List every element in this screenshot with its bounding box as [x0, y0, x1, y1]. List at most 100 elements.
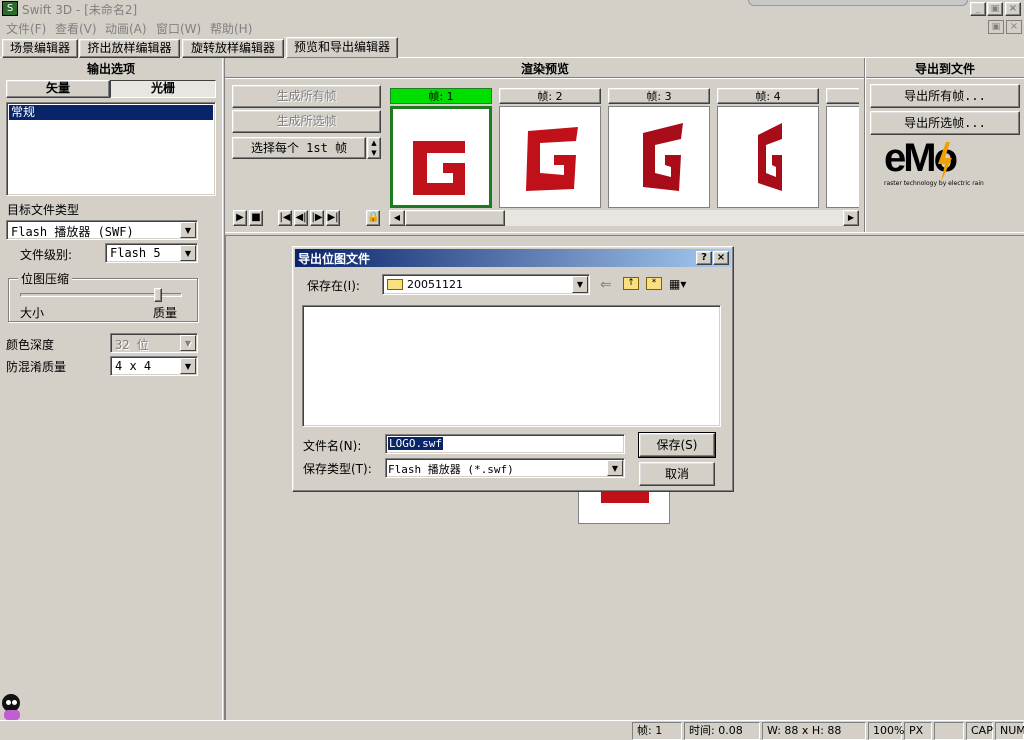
- frame-strip-scrollbar[interactable]: ◀ ▶: [389, 210, 859, 226]
- bitmap-compression-label: 位图压缩: [18, 270, 73, 287]
- menu-file[interactable]: 文件(F): [6, 20, 46, 37]
- file-level-select[interactable]: Flash 5 ▼: [105, 243, 198, 263]
- save-button[interactable]: 保存(S): [638, 432, 716, 458]
- spinner-down-icon[interactable]: ▼: [368, 148, 380, 158]
- menu-bar: 文件(F) 查看(V) 动画(A) 窗口(W) 帮助(H) ▣ ×: [0, 18, 1024, 37]
- filetype-label: 保存类型(T):: [303, 462, 372, 476]
- chevron-down-icon[interactable]: ▼: [180, 222, 196, 238]
- stop-icon[interactable]: ■: [249, 210, 263, 226]
- lock-icon[interactable]: 🔒: [366, 210, 380, 226]
- list-item-general[interactable]: 常规: [9, 105, 213, 120]
- prev-frame-icon[interactable]: ◀|: [294, 210, 308, 226]
- menu-animation[interactable]: 动画(A): [105, 20, 147, 37]
- status-unit: PX: [904, 722, 932, 740]
- cancel-button[interactable]: 取消: [639, 462, 715, 486]
- slider-max-label: 质量: [153, 306, 178, 320]
- close-button[interactable]: ×: [1005, 2, 1021, 16]
- generate-selected-frames-button: 生成所选帧: [232, 110, 381, 133]
- export-all-frames-button[interactable]: 导出所有帧...: [870, 84, 1020, 108]
- lightning-bolt-icon: [938, 142, 952, 182]
- select-each-spinner[interactable]: ▲ ▼: [367, 137, 381, 159]
- status-empty: [934, 722, 964, 740]
- view-menu-icon[interactable]: ▦▾: [669, 277, 686, 291]
- frame-thumbnail-3[interactable]: 帧: 3: [608, 88, 710, 208]
- menu-window[interactable]: 窗口(W): [156, 20, 201, 37]
- logo-frame-4-image: [758, 123, 782, 191]
- new-folder-icon[interactable]: *: [646, 277, 662, 290]
- tab-raster[interactable]: 光栅: [110, 80, 216, 98]
- save-in-select[interactable]: 20051121 ▼: [382, 274, 590, 295]
- restore-button[interactable]: ▣: [987, 2, 1003, 16]
- status-zoom: 100%: [868, 722, 904, 740]
- minimize-button[interactable]: _: [970, 2, 986, 16]
- color-depth-label: 颜色深度: [6, 338, 55, 352]
- tab-scene-editor[interactable]: 场景编辑器: [2, 39, 78, 58]
- play-icon[interactable]: ▶: [233, 210, 247, 226]
- dialog-title-bar: 导出位图文件 ? ×: [295, 249, 731, 267]
- logo-frame-2-image: [526, 127, 578, 191]
- filetype-select[interactable]: Flash 播放器 (*.swf) ▼: [385, 458, 625, 478]
- title-highlight: [748, 0, 968, 6]
- file-list-area[interactable]: [302, 305, 721, 427]
- title-bar: S Swift 3D - [未命名2] _ ▣ ×: [0, 0, 1024, 18]
- antialias-select[interactable]: 4 x 4 ▼: [110, 356, 198, 376]
- status-size: W: 88 x H: 88: [762, 722, 866, 740]
- dialog-close-button[interactable]: ×: [713, 251, 729, 265]
- status-time: 时间: 0.08: [684, 722, 760, 740]
- scroll-thumb[interactable]: [405, 210, 505, 226]
- frame-thumbnail-4[interactable]: 帧: 4: [717, 88, 819, 208]
- window-title: Swift 3D - [未命名2]: [22, 3, 138, 17]
- frame-thumbnail-5[interactable]: [826, 88, 859, 208]
- menu-help[interactable]: 帮助(H): [210, 20, 252, 37]
- tab-vector[interactable]: 矢量: [6, 80, 110, 98]
- chevron-down-icon: ▼: [180, 335, 196, 351]
- tab-extrusion-editor[interactable]: 挤出放样编辑器: [79, 39, 180, 58]
- back-arrow-icon[interactable]: ⇐: [600, 277, 612, 293]
- chevron-down-icon[interactable]: ▼: [180, 245, 196, 261]
- chevron-down-icon[interactable]: ▼: [572, 276, 588, 293]
- output-options-header: 输出选项: [86, 62, 135, 76]
- menu-close-button[interactable]: ×: [1006, 20, 1022, 34]
- menu-restore-button[interactable]: ▣: [988, 20, 1004, 34]
- frame-thumbnail-1[interactable]: 帧: 1: [390, 88, 492, 208]
- status-cap: CAP: [966, 722, 993, 740]
- emo-logo: eMo raster technology by electric rain: [884, 136, 984, 187]
- last-frame-icon[interactable]: ▶|: [326, 210, 340, 226]
- target-type-label: 目标文件类型: [7, 203, 80, 217]
- slider-min-label: 大小: [20, 306, 45, 320]
- tab-lathe-editor[interactable]: 旋转放样编辑器: [182, 39, 284, 58]
- spinner-up-icon[interactable]: ▲: [368, 138, 380, 148]
- chevron-down-icon[interactable]: ▼: [607, 460, 623, 476]
- compression-slider-thumb[interactable]: [153, 288, 162, 302]
- file-level-label: 文件级别:: [20, 248, 73, 262]
- save-in-label: 保存在(I):: [307, 279, 360, 293]
- first-frame-icon[interactable]: |◀: [278, 210, 292, 226]
- antialias-label: 防混淆质量: [6, 360, 67, 374]
- color-depth-select: 32 位 ▼: [110, 333, 198, 353]
- menu-view[interactable]: 查看(V): [55, 20, 97, 37]
- status-bar: 帧: 1 时间: 0.08 W: 88 x H: 88 100% PX CAP …: [0, 720, 1024, 740]
- select-each-frame-button[interactable]: 选择每个 1st 帧: [232, 137, 366, 159]
- export-selected-frames-button[interactable]: 导出所选帧...: [870, 111, 1020, 135]
- export-panel-header: 导出到文件: [914, 62, 975, 76]
- mascot-icon: [0, 688, 24, 720]
- tab-preview-export-editor[interactable]: 预览和导出编辑器: [286, 37, 398, 58]
- filename-input[interactable]: LOGO.swf: [385, 434, 625, 454]
- generate-all-frames-button: 生成所有帧: [232, 85, 381, 108]
- folder-icon: [387, 279, 403, 290]
- output-category-list[interactable]: 常规: [6, 102, 216, 196]
- scroll-right-icon[interactable]: ▶: [843, 210, 859, 226]
- export-panel: 导出到文件 导出所有帧... 导出所选帧... eMo raster techn…: [866, 58, 1024, 232]
- dialog-help-button[interactable]: ?: [696, 251, 712, 265]
- target-type-select[interactable]: Flash 播放器 (SWF) ▼: [6, 220, 198, 240]
- preview-image-partial: [578, 488, 670, 524]
- chevron-down-icon[interactable]: ▼: [180, 358, 196, 374]
- export-bitmap-dialog: 导出位图文件 ? × 保存在(I): 20051121 ▼ ⇐ ↑ * ▦▾ 文…: [292, 246, 734, 492]
- swift3d-icon: S: [2, 1, 18, 16]
- logo-frame-3-image: [643, 123, 683, 191]
- up-folder-icon[interactable]: ↑: [623, 277, 639, 290]
- next-frame-icon[interactable]: |▶: [310, 210, 324, 226]
- frame-strip: 帧: 1 帧: 2 帧: 3 帧: 4: [389, 88, 859, 210]
- scroll-left-icon[interactable]: ◀: [389, 210, 405, 226]
- frame-thumbnail-2[interactable]: 帧: 2: [499, 88, 601, 208]
